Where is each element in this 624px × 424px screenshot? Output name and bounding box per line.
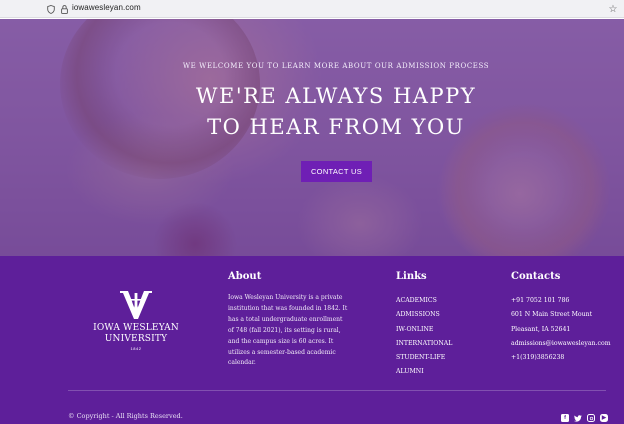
bookmark-star-icon[interactable]: ☆	[606, 2, 620, 16]
about-text: Iowa Wesleyan University is a private in…	[228, 294, 348, 367]
hero-banner: WE WELCOME YOU TO LEARN MORE ABOUT OUR A…	[0, 19, 624, 256]
footer-divider	[68, 390, 606, 391]
browser-toolbar: iowawesleyan.com ☆	[0, 0, 624, 18]
iw-emblem-icon	[120, 291, 152, 319]
links-heading: Links	[396, 271, 427, 282]
contact-phone-secondary[interactable]: +1(319)3856238	[511, 351, 611, 365]
shield-icon[interactable]	[44, 2, 58, 16]
hero-headline: WE'RE ALWAYS HAPPY TO HEAR FROM YOU	[195, 84, 477, 139]
university-logo[interactable]: IOWA WESLEYAN UNIVERSITY 1842	[88, 289, 184, 351]
logo-year: 1842	[130, 346, 142, 351]
instagram-icon[interactable]	[587, 414, 595, 422]
contacts-list: +91 7052 101 786 601 N Main Street Mount…	[511, 294, 611, 365]
logo-wordmark: IOWA WESLEYAN UNIVERSITY	[93, 323, 179, 344]
about-heading: About	[228, 271, 262, 282]
social-links: f ▶	[561, 414, 608, 422]
contacts-heading: Contacts	[511, 271, 561, 282]
footer-links-list: ACADEMICS ADMISSIONS IW-ONLINE INTERNATI…	[396, 294, 452, 380]
contact-email[interactable]: admissions@iowawesleyan.com	[511, 337, 611, 351]
twitter-icon[interactable]	[574, 414, 582, 422]
youtube-icon[interactable]: ▶	[600, 414, 608, 422]
contact-phone-primary[interactable]: +91 7052 101 786	[511, 294, 611, 308]
contact-address-line-1: 601 N Main Street Mount	[511, 311, 593, 319]
lock-icon[interactable]	[57, 2, 71, 16]
contact-us-button[interactable]: CONTACT US	[301, 161, 372, 182]
site-footer: IOWA WESLEYAN UNIVERSITY 1842 About Iowa…	[0, 256, 624, 424]
footer-link-academics[interactable]: ACADEMICS	[396, 294, 452, 308]
facebook-icon[interactable]: f	[561, 414, 569, 422]
footer-link-admissions[interactable]: ADMISSIONS	[396, 308, 452, 322]
hero-eyebrow: WE WELCOME YOU TO LEARN MORE ABOUT OUR A…	[182, 62, 490, 70]
footer-link-international[interactable]: INTERNATIONAL	[396, 337, 452, 351]
footer-link-iw-online[interactable]: IW-ONLINE	[396, 323, 452, 337]
footer-link-alumni[interactable]: ALUMNI	[396, 365, 452, 379]
address-bar-url[interactable]: iowawesleyan.com	[72, 3, 141, 12]
contact-address-line-2: Pleasant, IA 52641	[511, 325, 571, 333]
footer-link-student-life[interactable]: STUDENT-LIFE	[396, 351, 452, 365]
copyright-text: © Copyright - All Rights Reserved.	[68, 412, 183, 420]
